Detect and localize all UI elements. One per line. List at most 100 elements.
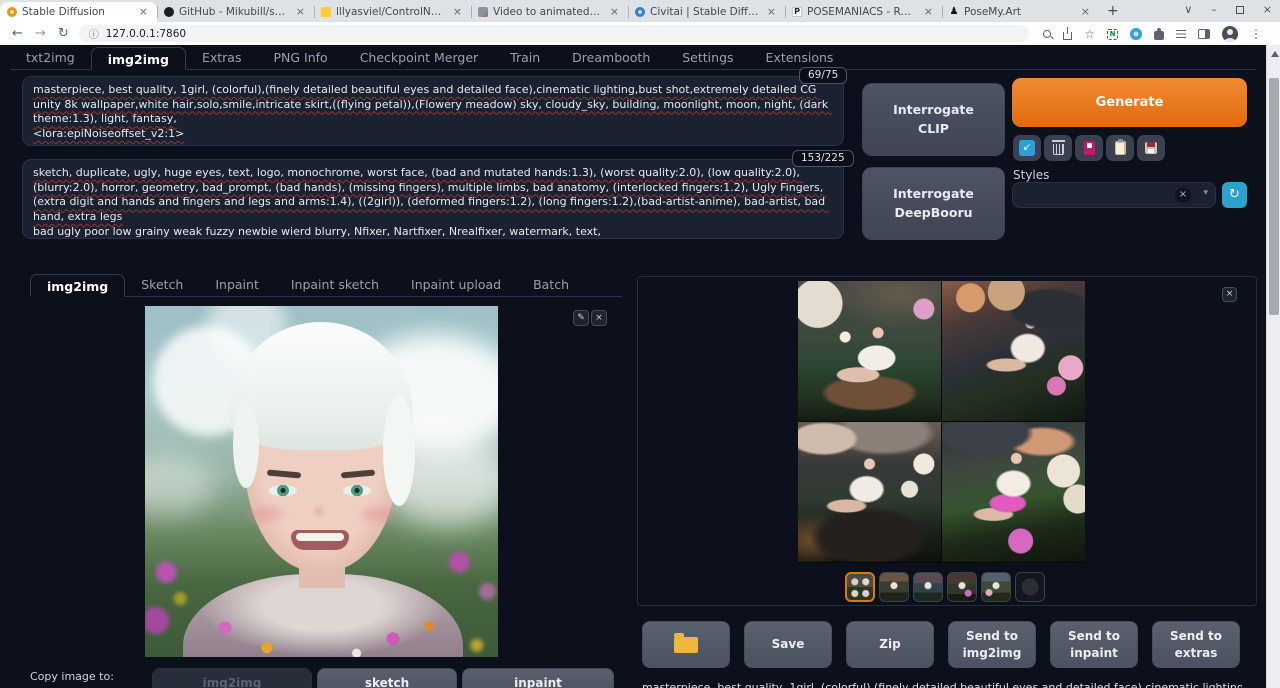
tab-img2img[interactable]: img2img [91,47,186,70]
extensions-puzzle-icon[interactable] [1154,31,1164,40]
zip-button[interactable]: Zip [846,621,934,668]
img2img-source-image[interactable] [145,306,498,657]
scrollbar-up-arrow[interactable] [1271,51,1279,57]
tab-extensions[interactable]: Extensions [750,46,850,69]
zoom-icon[interactable] [1043,30,1051,38]
generate-button[interactable]: Generate [1012,78,1247,127]
refresh-styles-button[interactable]: ↻ [1222,182,1247,208]
gallery-image-4[interactable] [942,422,1085,562]
generation-info-text: masterpiece, best quality, 1girl, (color… [642,681,1242,688]
address-bar[interactable]: ⓘ 127.0.0.1:7860 [79,25,1029,42]
site-info-icon[interactable]: ⓘ [89,26,99,41]
share-icon[interactable] [1063,32,1072,40]
tab-txt2img[interactable]: txt2img [10,46,91,69]
send-to-img2img-button[interactable]: Send to img2img [948,621,1036,668]
tab-extras[interactable]: Extras [186,46,258,69]
gallery-image-2[interactable] [942,281,1085,421]
chevron-down-icon: ▾ [1203,188,1208,198]
tab-dreambooth[interactable]: Dreambooth [556,46,666,69]
preview-blush [249,506,283,522]
save-button[interactable]: Save [744,621,832,668]
browser-tab-civitai[interactable]: Civitai | Stable Diffusion models × [628,2,785,22]
page-scrollbar[interactable] [1266,45,1280,688]
gallery-image-1[interactable] [798,281,941,421]
mode-tab-sketch[interactable]: Sketch [125,273,199,296]
gallery-thumbnail-1[interactable] [845,572,875,602]
styles-dropdown[interactable]: × ▾ [1012,182,1216,208]
mode-tab-batch[interactable]: Batch [517,273,585,296]
send-to-extras-button[interactable]: Send to extras [1152,621,1240,668]
extension-blue-icon[interactable] [1130,28,1142,40]
browser-tab-github[interactable]: GitHub - Mikubill/sd-webui-controlnet × [157,2,314,22]
negative-prompt-token-counter: 153/225 [792,150,854,167]
apply-styles-button[interactable] [1106,135,1134,161]
open-folder-button[interactable] [642,621,730,668]
clear-prompt-button[interactable] [1044,135,1072,161]
tab-search-chevron-icon[interactable]: ∨ [1184,3,1192,16]
copy-to-sketch-button[interactable]: sketch [317,668,457,688]
tab-settings[interactable]: Settings [666,46,749,69]
mode-tab-inpaint[interactable]: Inpaint [199,273,275,296]
browser-menu-icon[interactable]: ⋮ [1250,27,1262,41]
url-text: 127.0.0.1:7860 [106,28,186,40]
tab-checkpoint-merger[interactable]: Checkpoint Merger [344,46,494,69]
stable-diffusion-favicon [7,7,17,17]
paste-generation-params-button[interactable]: ↙ [1013,135,1041,161]
civitai-favicon [635,7,645,17]
close-tab-icon[interactable]: × [922,7,935,17]
bookmark-star-icon[interactable]: ☆ [1084,27,1095,41]
browser-tab-controlnet[interactable]: lllyasviel/ControlNet at main × [314,2,471,22]
preview-eye [269,485,297,496]
window-close-button[interactable]: × [1263,3,1272,16]
close-tab-icon[interactable]: × [765,7,778,17]
extra-networks-button[interactable] [1075,135,1103,161]
github-favicon [164,7,174,17]
close-tab-icon[interactable]: × [294,7,307,17]
new-tab-button[interactable]: + [1107,3,1119,19]
extension-n-icon[interactable]: N [1107,29,1118,40]
prompt-input[interactable]: masterpiece, best quality, 1girl, (color… [22,76,844,146]
window-minimize-button[interactable]: – [1211,3,1217,16]
browser-tab-posemaniacs[interactable]: P POSEMANIACS - Royalty free 3d pose × [785,2,942,22]
paste-arrow-icon: ↙ [1019,140,1035,156]
reload-icon[interactable]: ↻ [58,26,69,41]
forward-icon[interactable]: → [35,26,46,41]
send-to-inpaint-button[interactable]: Send to inpaint [1050,621,1138,668]
close-tab-icon[interactable]: × [608,7,621,17]
preview-eye [343,485,371,496]
gallery-thumbnail-3[interactable] [913,572,943,602]
copy-to-inpaint-button[interactable]: inpaint [462,668,614,688]
edit-image-button[interactable]: ✎ [573,310,589,326]
mode-tab-img2img[interactable]: img2img [30,274,125,297]
tab-train[interactable]: Train [494,46,556,69]
close-tab-icon[interactable]: × [137,7,150,17]
save-style-button[interactable] [1137,135,1165,161]
close-gallery-button[interactable]: × [1222,287,1237,302]
interrogate-deepbooru-button[interactable]: Interrogate DeepBooru [862,167,1005,240]
negative-prompt-input[interactable]: sketch, duplicate, ugly, huge eyes, text… [22,159,844,239]
gallery-thumbnail-2[interactable] [879,572,909,602]
gallery-thumbnail-4[interactable] [947,572,977,602]
gallery-thumbnail-5[interactable] [981,572,1011,602]
copy-to-img2img-button[interactable]: img2img [152,668,312,688]
mode-tab-inpaint-upload[interactable]: Inpaint upload [395,273,517,296]
browser-tab-posemyart[interactable]: ♟ PoseMy.Art × [942,2,1099,22]
browser-tab-gif-converter[interactable]: Video to animated GIF converter × [471,2,628,22]
gallery-thumbnail-6[interactable] [1015,572,1045,602]
interrogate-clip-button[interactable]: Interrogate CLIP [862,83,1005,156]
scrollbar-thumb[interactable] [1269,78,1279,315]
gallery-image-3[interactable] [798,422,941,562]
mode-tab-inpaint-sketch[interactable]: Inpaint sketch [275,273,395,296]
styles-clear-icon[interactable]: × [1175,187,1191,203]
back-icon[interactable]: ← [12,26,23,41]
gif-converter-favicon [478,7,488,17]
side-panel-icon[interactable] [1198,29,1210,39]
remove-image-button[interactable]: × [591,310,607,326]
window-maximize-button[interactable] [1236,6,1244,14]
close-tab-icon[interactable]: × [1079,7,1092,17]
reading-list-icon[interactable] [1176,30,1186,32]
tab-png-info[interactable]: PNG Info [257,46,343,69]
browser-tab-stable-diffusion[interactable]: Stable Diffusion × [0,2,157,22]
profile-avatar[interactable] [1222,26,1238,42]
close-tab-icon[interactable]: × [451,7,464,17]
